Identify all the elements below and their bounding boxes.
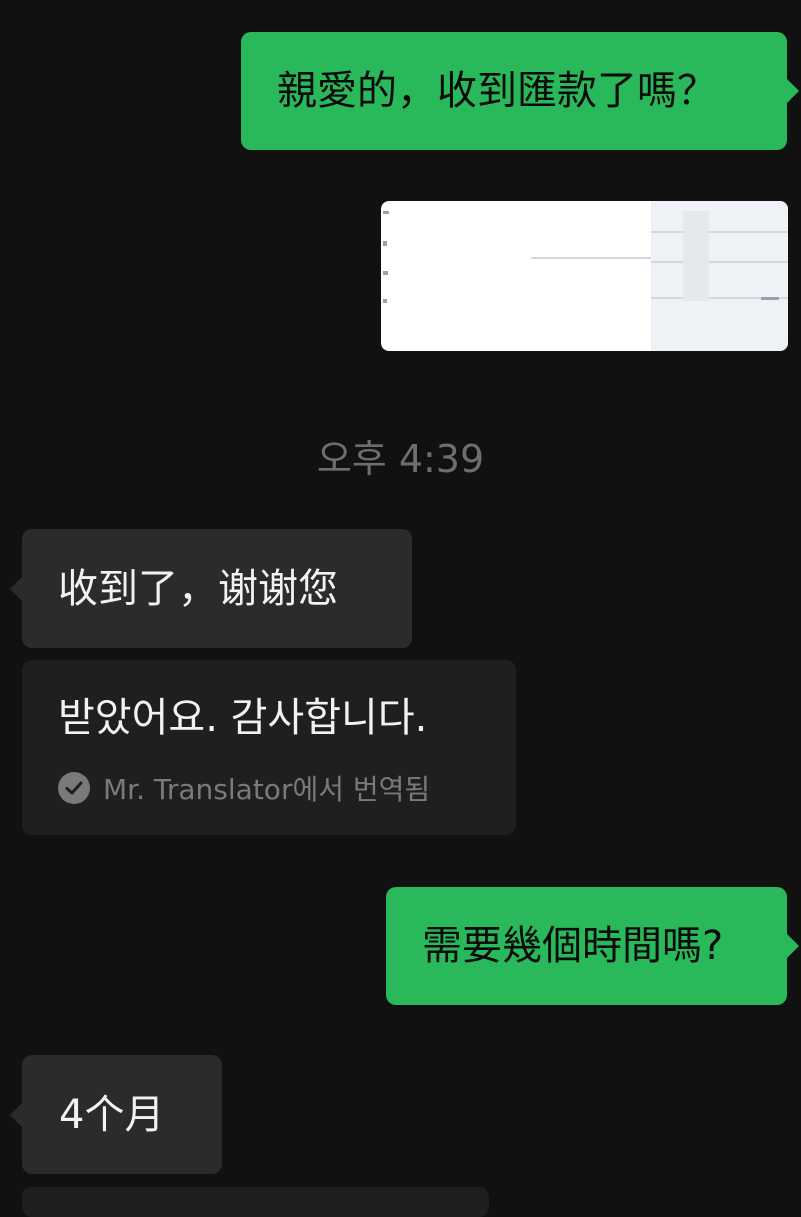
message-text: 4个月 bbox=[59, 1091, 165, 1138]
message-text: 需要幾個時間嗎? bbox=[422, 923, 724, 969]
translation-attribution: Mr. Translator에서 번역됨 bbox=[58, 768, 516, 808]
image-rule bbox=[531, 257, 651, 259]
incoming-message-bubble[interactable]: 4个月 bbox=[10, 1055, 222, 1174]
message-text: 收到了，谢谢您 bbox=[58, 565, 338, 612]
outgoing-message-bubble[interactable]: 需要幾個時間嗎? bbox=[386, 887, 799, 1005]
image-rule bbox=[651, 261, 788, 263]
image-mark bbox=[383, 271, 388, 275]
image-panel bbox=[651, 201, 788, 351]
translated-text: 받았어요. 감사합니다. bbox=[58, 695, 428, 741]
image-mark bbox=[383, 241, 387, 246]
message-text: 親愛的，收到匯款了嗎？ bbox=[277, 68, 717, 114]
image-mark bbox=[383, 299, 387, 303]
redacted-image-message[interactable] bbox=[381, 201, 788, 351]
translation-source-label: Mr. Translator에서 번역됨 bbox=[103, 773, 431, 806]
message-timestamp: 오후 4:39 bbox=[316, 437, 485, 481]
image-mark bbox=[383, 211, 389, 214]
image-rule bbox=[651, 231, 788, 233]
incoming-message-bubble[interactable]: 收到了，谢谢您 bbox=[10, 529, 412, 648]
image-mark bbox=[761, 297, 779, 300]
translation-card[interactable] bbox=[22, 1187, 489, 1217]
translation-card[interactable]: 받았어요. 감사합니다. Mr. Translator에서 번역됨 bbox=[22, 660, 516, 835]
image-fragment bbox=[683, 211, 709, 301]
outgoing-message-bubble[interactable]: 親愛的，收到匯款了嗎？ bbox=[241, 32, 799, 150]
check-circle-icon bbox=[58, 772, 90, 804]
